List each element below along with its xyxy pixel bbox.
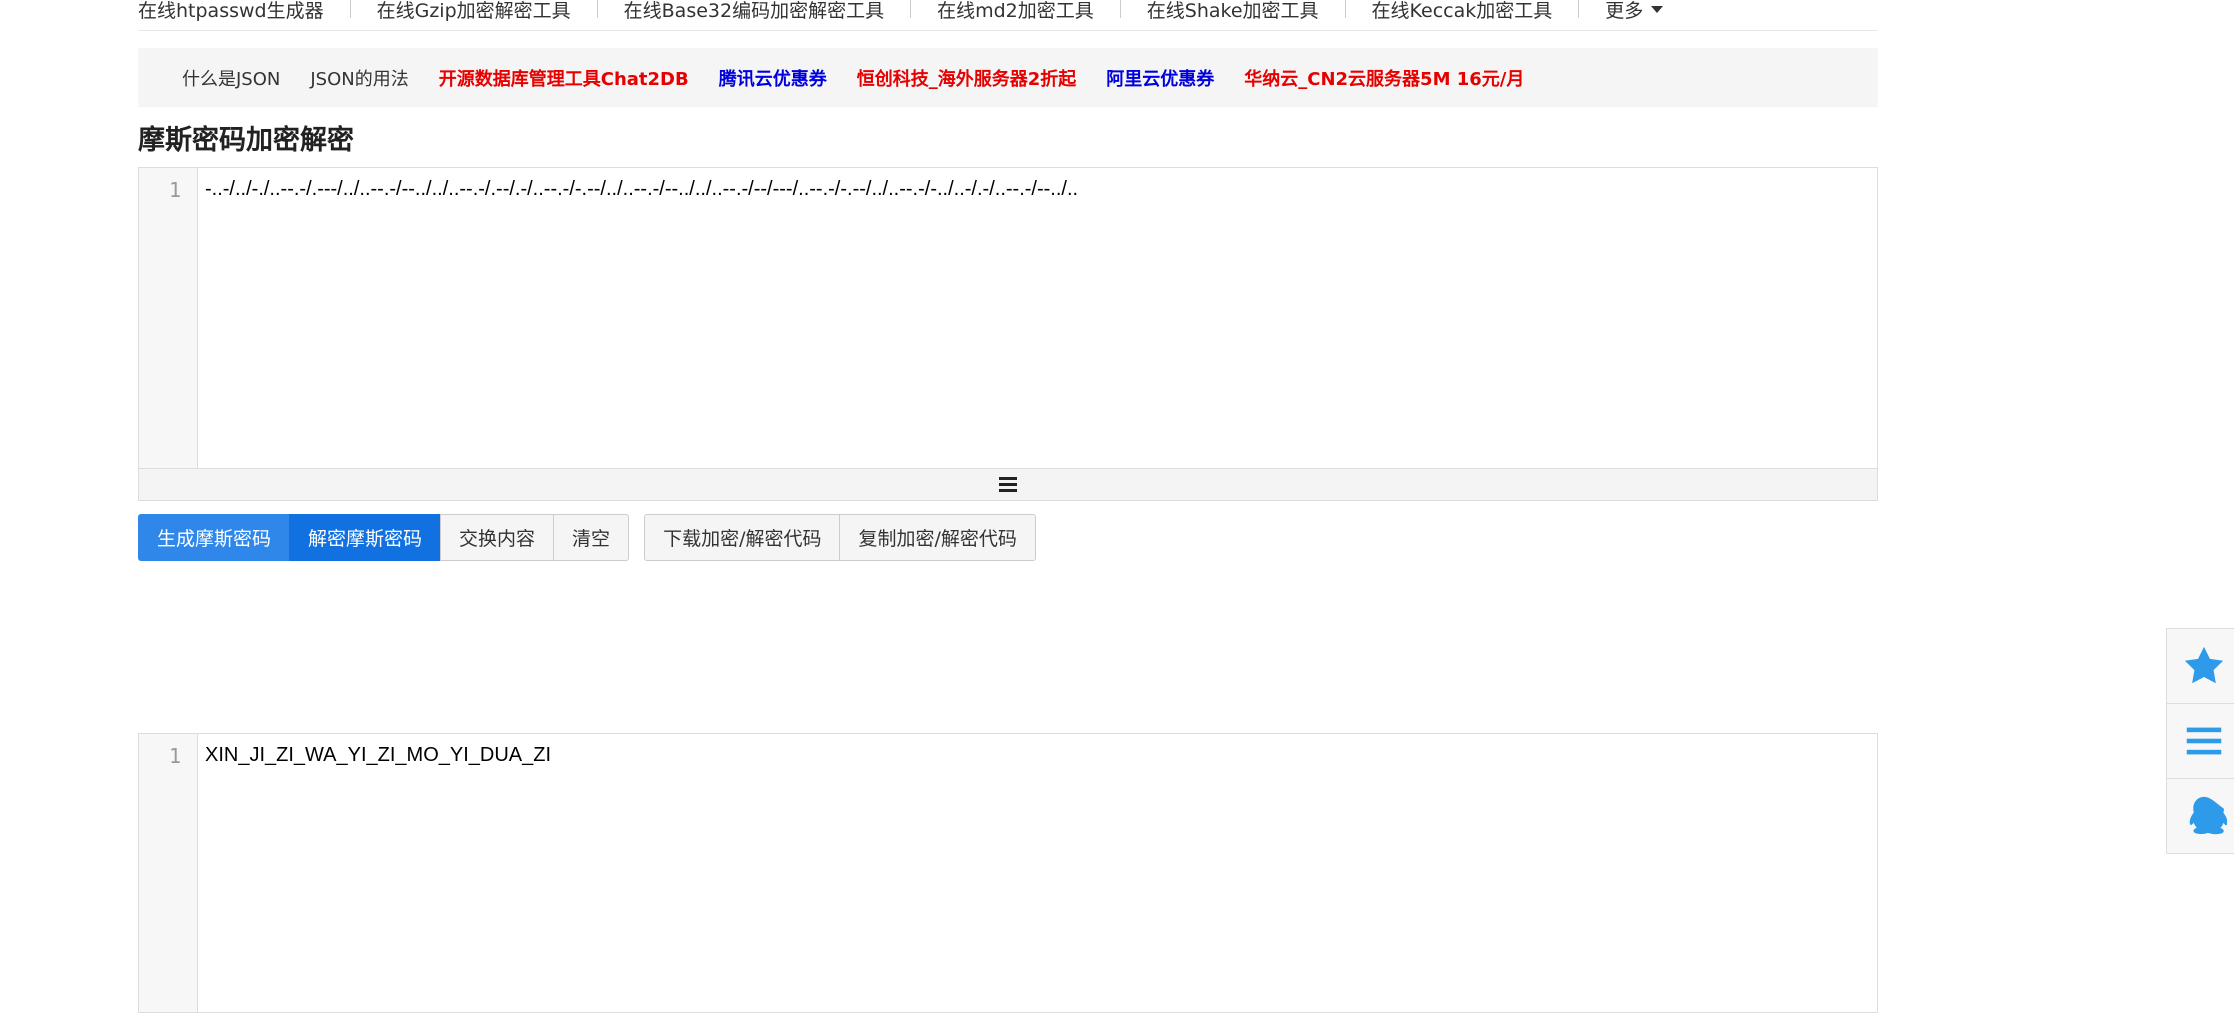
action-toolbar: 生成摩斯密码 解密摩斯密码 交换内容 清空 下载加密/解密代码 复制加密/解密代… (138, 514, 1051, 561)
primary-button-group: 生成摩斯密码 解密摩斯密码 交换内容 清空 (138, 514, 630, 561)
nav-item[interactable]: 在线Gzip加密解密工具 (377, 0, 624, 23)
clear-button[interactable]: 清空 (553, 514, 630, 561)
menu-icon (2186, 727, 2222, 755)
side-toolbar (2166, 628, 2234, 854)
swap-button[interactable]: 交换内容 (440, 514, 555, 561)
nav-more-dropdown[interactable]: 更多 (1605, 0, 1664, 23)
nav-separator (596, 0, 598, 18)
star-icon (2184, 646, 2224, 684)
nav-item[interactable]: 在线Base32编码加密解密工具 (624, 0, 937, 23)
editor-resize-handle[interactable] (139, 468, 1877, 500)
decode-button[interactable]: 解密摩斯密码 (289, 514, 442, 561)
output-code-line[interactable]: XIN_JI_ZI_WA_YI_ZI_MO_YI_DUA_ZI (205, 744, 551, 767)
nav-item[interactable]: 在线Shake加密工具 (1147, 0, 1372, 23)
link-huanayun[interactable]: 华纳云_CN2云服务器5M 16元/月 (1244, 65, 1524, 91)
code-button-group: 下载加密/解密代码 复制加密/解密代码 (644, 514, 1036, 561)
encode-button[interactable]: 生成摩斯密码 (138, 514, 291, 561)
morse-input-editor[interactable]: 1 -..-/../-./..--.-/.---/../..--.-/--../… (138, 167, 1878, 501)
nav-separator (1119, 0, 1121, 18)
link-bar: 什么是JSON JSON的用法 开源数据库管理工具Chat2DB 腾讯云优惠券 … (138, 48, 1878, 107)
nav-separator (1344, 0, 1346, 18)
page-title: 摩斯密码加密解密 (138, 125, 354, 156)
link-chat2db[interactable]: 开源数据库管理工具Chat2DB (439, 65, 689, 91)
caret-down-icon (1651, 5, 1664, 13)
download-code-button[interactable]: 下载加密/解密代码 (644, 514, 841, 561)
link-tencent-coupon[interactable]: 腾讯云优惠券 (719, 65, 827, 91)
nav-item[interactable]: 在线htpasswd生成器 (138, 0, 377, 23)
qq-contact-button[interactable] (2167, 779, 2234, 853)
link-henchuang[interactable]: 恒创科技_海外服务器2折起 (857, 65, 1077, 91)
nav-separator (349, 0, 351, 18)
hamburger-icon (999, 477, 1017, 492)
line-number: 1 (168, 178, 181, 202)
line-number: 1 (168, 744, 181, 768)
top-nav: 在线htpasswd生成器 在线Gzip加密解密工具 在线Base32编码加密解… (138, 0, 1878, 31)
link-aliyun-coupon[interactable]: 阿里云优惠券 (1106, 65, 1214, 91)
favorite-button[interactable] (2167, 629, 2234, 704)
nav-item[interactable]: 在线md2加密工具 (937, 0, 1147, 23)
link-what-is-json[interactable]: 什么是JSON (182, 65, 280, 91)
nav-separator (1578, 0, 1580, 18)
nav-separator (910, 0, 912, 18)
line-gutter: 1 (139, 734, 198, 1012)
copy-code-button[interactable]: 复制加密/解密代码 (839, 514, 1036, 561)
line-gutter: 1 (139, 168, 198, 500)
input-code-line[interactable]: -..-/../-./..--.-/.---/../..--.-/--../..… (205, 178, 1078, 201)
menu-button[interactable] (2167, 704, 2234, 779)
nav-item[interactable]: 在线Keccak加密工具 (1372, 0, 1606, 23)
qq-icon (2189, 796, 2227, 835)
link-json-usage[interactable]: JSON的用法 (310, 65, 408, 91)
result-output-editor[interactable]: 1 XIN_JI_ZI_WA_YI_ZI_MO_YI_DUA_ZI (138, 733, 1878, 1013)
